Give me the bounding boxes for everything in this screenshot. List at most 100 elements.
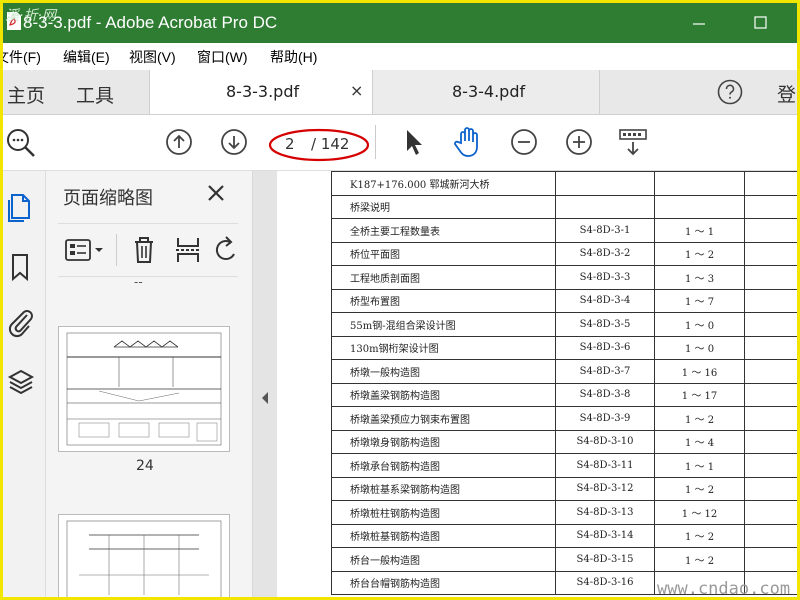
cell-pages: 1 ～ 0 bbox=[654, 312, 745, 337]
help-icon[interactable] bbox=[717, 79, 743, 105]
table-row: 桥墩承台钢筋构造图 S4-8D-3-11 1 ～ 1 bbox=[331, 453, 797, 478]
cell-name: 桥型布置图 bbox=[331, 288, 556, 313]
table-header-cell: K187+176.000 郓城新河大桥 bbox=[331, 171, 556, 196]
tab-home[interactable]: 主页 bbox=[7, 81, 45, 108]
cell-code: S4-8D-3-8 bbox=[554, 382, 656, 407]
cell-pages: 1 ～ 7 bbox=[654, 288, 745, 313]
cell-name: 桥墩承台钢筋构造图 bbox=[331, 453, 556, 478]
table-row: 55m钢-混组合梁设计图 S4-8D-3-5 1 ～ 0 bbox=[331, 312, 797, 337]
cell-code: S4-8D-3-3 bbox=[554, 265, 656, 290]
keyboard-scroll-icon[interactable] bbox=[618, 127, 648, 159]
zoom-in-icon[interactable] bbox=[565, 128, 593, 156]
bookmark-icon[interactable] bbox=[7, 251, 35, 283]
panel-divider bbox=[116, 234, 117, 266]
page-total: / 142 bbox=[311, 135, 350, 153]
cell-code: S4-8D-3-5 bbox=[554, 312, 656, 337]
select-arrow-icon[interactable] bbox=[403, 127, 427, 157]
table-row: 桥墩桩基钢筋构造图 S4-8D-3-14 1 ～ 2 bbox=[331, 523, 797, 548]
menu-file[interactable]: 文件(F) bbox=[3, 47, 41, 67]
cell-pages: 1 ～ 4 bbox=[654, 429, 745, 454]
table-row: 130m钢桁架设计图 S4-8D-3-6 1 ～ 0 bbox=[331, 335, 797, 360]
site-watermark: www.cndao.com bbox=[657, 579, 791, 599]
page-number-field[interactable]: 2 / 142 bbox=[268, 128, 370, 162]
menu-help[interactable]: 帮助(H) bbox=[270, 47, 317, 67]
table-row: 全桥主要工程数量表 S4-8D-3-1 1 ～ 1 bbox=[331, 218, 797, 243]
hand-tool-icon[interactable] bbox=[453, 125, 485, 159]
tab-document-inactive[interactable]: 8-3-4.pdf bbox=[372, 70, 600, 114]
cell-pages: 1 ～ 2 bbox=[654, 406, 745, 431]
minimize-icon[interactable] bbox=[679, 9, 719, 37]
zoom-out-icon[interactable] bbox=[510, 128, 538, 156]
cell-name: 桥梁说明 bbox=[331, 194, 556, 219]
app-window: 溪·折·网 8-3-3.pdf - Adobe Acrobat Pro DC 文… bbox=[0, 0, 800, 600]
table-header-row: K187+176.000 郓城新河大桥 bbox=[331, 171, 797, 196]
table-row: 桥梁说明 bbox=[331, 194, 797, 219]
cell-code: S4-8D-3-11 bbox=[554, 453, 656, 478]
cell-pages: 1 ～ 2 bbox=[654, 523, 745, 548]
table-row: 桥墩盖梁预应力钢束布置图 S4-8D-3-9 1 ～ 2 bbox=[331, 406, 797, 431]
table-row: 桥墩桩柱钢筋构造图 S4-8D-3-13 1 ～ 12 bbox=[331, 500, 797, 525]
search-zoom-icon[interactable] bbox=[5, 127, 37, 159]
menu-edit[interactable]: 编辑(E) bbox=[63, 47, 110, 67]
thumbnail-options-icon[interactable] bbox=[64, 236, 108, 264]
cell-name: 桥墩桩基系梁钢筋构造图 bbox=[331, 476, 556, 501]
layers-icon[interactable] bbox=[7, 367, 35, 399]
tab-bar: 主页 工具 8-3-3.pdf × 8-3-4.pdf 登 bbox=[3, 70, 797, 115]
cell-code: S4-8D-3-13 bbox=[554, 500, 656, 525]
cell-pages: 1 ～ 16 bbox=[654, 359, 745, 384]
tab-tools[interactable]: 工具 bbox=[76, 81, 114, 108]
maximize-icon[interactable] bbox=[741, 9, 781, 37]
cell-pages: 1 ～ 3 bbox=[654, 265, 745, 290]
pdf-page: K187+176.000 郓城新河大桥 桥梁说明 全桥主要工程数量表 S4-8D-3… bbox=[277, 171, 797, 599]
main-toolbar: 2 / 142 bbox=[3, 115, 797, 171]
cell-code: S4-8D-3-14 bbox=[554, 523, 656, 548]
cell-name: 全桥主要工程数量表 bbox=[331, 218, 556, 243]
next-page-icon[interactable] bbox=[220, 128, 248, 156]
cell-code: S4-8D-3-9 bbox=[554, 406, 656, 431]
split-page-icon[interactable] bbox=[174, 234, 202, 266]
document-view[interactable]: K187+176.000 郓城新河大桥 桥梁说明 全桥主要工程数量表 S4-8D-3… bbox=[277, 171, 797, 599]
panel-toolbar bbox=[58, 223, 238, 277]
trash-icon[interactable] bbox=[130, 234, 158, 266]
page-thumbnail-24[interactable] bbox=[58, 326, 230, 452]
thumbnail-page-number: 24 bbox=[136, 458, 154, 474]
menu-view[interactable]: 视图(V) bbox=[129, 47, 176, 67]
table-row: 桥台一般构造图 S4-8D-3-15 1 ～ 2 bbox=[331, 547, 797, 572]
cell-code: S4-8D-3-1 bbox=[554, 218, 656, 243]
cell-pages bbox=[654, 194, 745, 219]
cell-name: 工程地质剖面图 bbox=[331, 265, 556, 290]
cell-pages: 1 ～ 12 bbox=[654, 500, 745, 525]
menu-window[interactable]: 窗口(W) bbox=[197, 47, 248, 67]
page-current-input[interactable]: 2 bbox=[285, 135, 295, 153]
page-thumbnail-25[interactable] bbox=[58, 514, 230, 597]
attachment-icon[interactable] bbox=[7, 305, 35, 339]
cell-name: 桥位平面图 bbox=[331, 241, 556, 266]
cell-pages: 1 ～ 17 bbox=[654, 382, 745, 407]
cell-name: 桥墩桩柱钢筋构造图 bbox=[331, 500, 556, 525]
cell-name: 桥墩桩基钢筋构造图 bbox=[331, 523, 556, 548]
cell-name: 桥墩一般构造图 bbox=[331, 359, 556, 384]
page-thumbnails-icon[interactable] bbox=[7, 191, 35, 223]
sign-in-link[interactable]: 登 bbox=[777, 80, 796, 107]
table-row: 桥墩桩基系梁钢筋构造图 S4-8D-3-12 1 ～ 2 bbox=[331, 476, 797, 501]
tab-document-active[interactable]: 8-3-3.pdf × bbox=[149, 70, 373, 114]
menu-bar: 文件(F) 编辑(E) 视图(V) 窗口(W) 帮助(H) bbox=[3, 43, 797, 70]
cell-pages: 1 ～ 1 bbox=[654, 218, 745, 243]
cell-pages: 1 ～ 2 bbox=[654, 241, 745, 266]
cell-name: 桥台一般构造图 bbox=[331, 547, 556, 572]
rotate-icon[interactable] bbox=[214, 234, 238, 266]
panel-collapse-strip[interactable] bbox=[253, 171, 277, 597]
close-panel-icon[interactable] bbox=[206, 183, 226, 203]
page-thumbnails-panel: 页面缩略图 -- 24 bbox=[46, 171, 253, 597]
cell-code: S4-8D-3-12 bbox=[554, 476, 656, 501]
collapse-panel-icon[interactable] bbox=[260, 391, 270, 405]
window-title: 8-3-3.pdf - Adobe Acrobat Pro DC bbox=[23, 13, 278, 32]
table-row: 桥墩盖梁钢筋构造图 S4-8D-3-8 1 ～ 17 bbox=[331, 382, 797, 407]
cell-pages: 1 ～ 2 bbox=[654, 476, 745, 501]
cell-name: 桥墩盖梁钢筋构造图 bbox=[331, 382, 556, 407]
close-tab-icon[interactable]: × bbox=[350, 81, 363, 100]
thumbnail-prev-label: -- bbox=[134, 275, 143, 289]
cell-code: S4-8D-3-7 bbox=[554, 359, 656, 384]
table-row: 桥位平面图 S4-8D-3-2 1 ～ 2 bbox=[331, 241, 797, 266]
previous-page-icon[interactable] bbox=[165, 128, 193, 156]
